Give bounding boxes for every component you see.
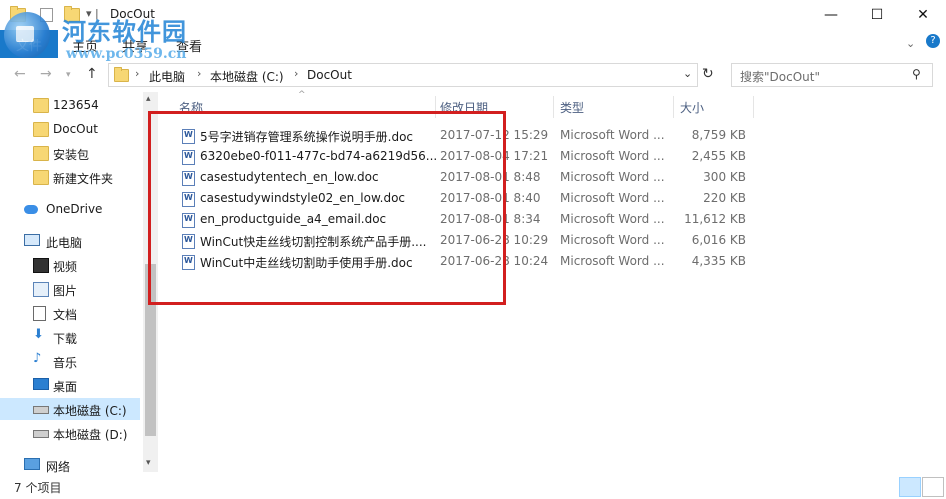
file-type: Microsoft Word ... [560, 191, 665, 205]
sidebar-item[interactable]: 新建文件夹 [0, 166, 140, 188]
column-header-type[interactable]: 类型 [560, 99, 584, 116]
scroll-down-icon[interactable]: ▾ [146, 458, 151, 468]
folder-icon [33, 122, 49, 137]
file-type: Microsoft Word ... [560, 254, 665, 268]
sidebar-item-label: DocOut [53, 122, 98, 136]
breadcrumb-drive-c[interactable]: 本地磁盘 (C:) [210, 68, 284, 85]
sidebar-item-label: 此电脑 [46, 236, 83, 250]
sidebar-item-label: 安装包 [53, 148, 90, 162]
back-icon[interactable]: ← [14, 66, 26, 82]
watermark-brand: 河东软件园 [62, 18, 187, 46]
sidebar-item[interactable]: ♪ 音乐 [0, 350, 140, 372]
sidebar-item-label: 123654 [53, 98, 99, 112]
column-divider[interactable] [673, 96, 674, 118]
search-input[interactable]: 搜索"DocOut" [740, 68, 820, 85]
sidebar-item[interactable]: 此电脑 [0, 230, 140, 252]
sidebar-item-label: 新建文件夹 [53, 172, 114, 186]
sidebar-item[interactable]: OneDrive [0, 198, 140, 220]
drive-icon [33, 406, 49, 414]
sidebar-item-label: 图片 [53, 284, 78, 298]
sidebar-item[interactable]: 桌面 [0, 374, 140, 396]
sidebar-item[interactable]: DocOut [0, 118, 140, 140]
ribbon-expand-icon[interactable]: ⌄ [906, 37, 915, 50]
sidebar-item-label: 本地磁盘 (D:) [53, 428, 128, 442]
status-bar: 7 个项目 [0, 475, 946, 499]
up-icon[interactable]: ↑ [86, 66, 98, 82]
folder-icon [33, 98, 49, 113]
chevron-right-icon[interactable]: › [294, 67, 298, 80]
refresh-icon[interactable]: ↻ [702, 66, 714, 82]
breadcrumb-this-pc[interactable]: 此电脑 [149, 68, 185, 85]
file-size: 220 KB [703, 191, 746, 205]
scroll-up-icon[interactable]: ▴ [146, 94, 151, 104]
sidebar-item-label: 网络 [46, 460, 71, 474]
drive-icon [33, 430, 49, 438]
sidebar-item-label: 桌面 [53, 380, 78, 394]
download-icon: ⬇ [33, 327, 44, 342]
chevron-right-icon[interactable]: › [135, 67, 139, 80]
column-divider[interactable] [753, 96, 754, 118]
sidebar-item-label: OneDrive [46, 202, 103, 216]
sidebar-item[interactable]: 123654 [0, 94, 140, 116]
item-count: 7 个项目 [14, 481, 62, 495]
file-type: Microsoft Word ... [560, 212, 665, 226]
file-type: Microsoft Word ... [560, 233, 665, 247]
folder-icon [114, 67, 129, 82]
recent-locations-icon[interactable]: ▾ [66, 70, 71, 80]
chevron-down-icon[interactable]: ⌄ [683, 67, 692, 80]
maximize-button[interactable]: ☐ [854, 0, 900, 30]
breadcrumb-docout[interactable]: DocOut [307, 68, 352, 82]
computer-icon [24, 234, 40, 246]
music-icon: ♪ [33, 351, 42, 366]
address-bar[interactable]: › 此电脑 › 本地磁盘 (C:) › DocOut ⌄ [108, 63, 698, 87]
sidebar-item[interactable]: 图片 [0, 278, 140, 300]
details-view-icon[interactable] [899, 477, 921, 497]
sort-ascending-icon: ^ [298, 90, 306, 100]
sidebar-item[interactable]: 本地磁盘 (C:) [0, 398, 140, 420]
file-type: Microsoft Word ... [560, 170, 665, 184]
sidebar-item[interactable]: 安装包 [0, 142, 140, 164]
sidebar-item[interactable]: 本地磁盘 (D:) [0, 422, 140, 444]
watermark-logo-icon [4, 12, 50, 58]
folder-icon [33, 146, 49, 161]
file-type: Microsoft Word ... [560, 128, 665, 142]
sidebar-item-label: 视频 [53, 260, 78, 274]
document-icon [33, 306, 46, 321]
close-button[interactable]: ✕ [900, 0, 946, 30]
sidebar-item-label: 本地磁盘 (C:) [53, 404, 127, 418]
sidebar-item[interactable]: 文档 [0, 302, 140, 324]
forward-icon[interactable]: → [40, 66, 52, 82]
sidebar-item-label: 音乐 [53, 356, 78, 370]
large-icons-view-icon[interactable] [922, 477, 944, 497]
navigation-pane: 123654 DocOut 安装包新建文件夹 OneDrive 此电脑视频图片文档 ⬇ 下载… [0, 90, 158, 475]
search-box[interactable]: 搜索"DocOut" ⚲ [731, 63, 933, 87]
file-size: 8,759 KB [691, 128, 746, 142]
file-size: 11,612 KB [684, 212, 746, 226]
network-icon [24, 458, 40, 470]
sidebar-item[interactable]: ⬇ 下载 [0, 326, 140, 348]
file-type: Microsoft Word ... [560, 149, 665, 163]
sidebar-item-label: 文档 [53, 308, 78, 322]
desktop-icon [33, 378, 49, 390]
sidebar-item[interactable]: 网络 [0, 454, 140, 476]
minimize-button[interactable]: — [808, 0, 854, 30]
navigation-bar: ← → ▾ ↑ › 此电脑 › 本地磁盘 (C:) › DocOut ⌄ ↻ 搜… [0, 60, 946, 90]
file-size: 300 KB [703, 170, 746, 184]
search-icon[interactable]: ⚲ [912, 67, 921, 81]
video-icon [33, 258, 49, 273]
chevron-right-icon[interactable]: › [197, 67, 201, 80]
highlight-annotation [148, 111, 506, 305]
file-size: 4,335 KB [691, 254, 746, 268]
sidebar-item-label: 下载 [53, 332, 78, 346]
cloud-icon [24, 205, 38, 214]
help-icon[interactable]: ? [926, 34, 940, 48]
file-size: 2,455 KB [691, 149, 746, 163]
column-divider[interactable] [553, 96, 554, 118]
sidebar-item[interactable]: 视频 [0, 254, 140, 276]
column-header-size[interactable]: 大小 [680, 99, 704, 116]
picture-icon [33, 282, 49, 297]
folder-icon [33, 170, 49, 185]
file-size: 6,016 KB [691, 233, 746, 247]
